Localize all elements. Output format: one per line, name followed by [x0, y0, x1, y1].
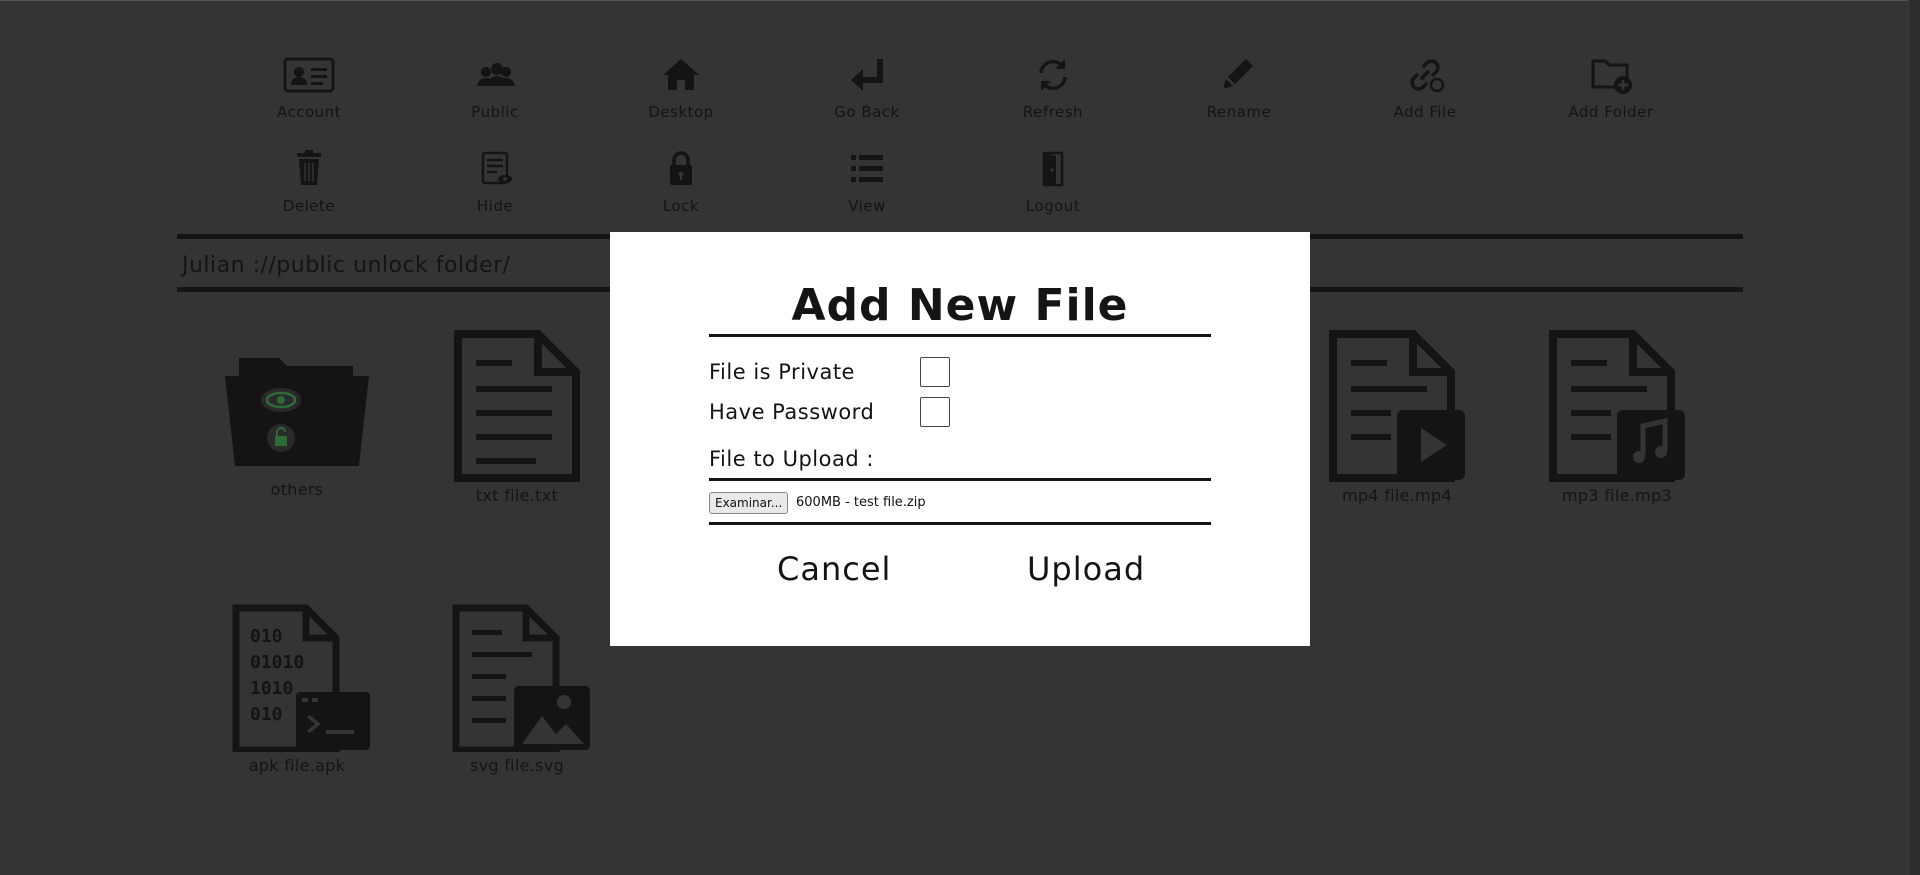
svg-text:01010: 01010	[250, 652, 304, 673]
add-folder-button[interactable]: Add Folder	[1546, 55, 1676, 121]
trash-icon	[244, 149, 374, 193]
password-label: Have Password	[709, 400, 875, 424]
link-icon	[1360, 55, 1490, 99]
file-item-svg[interactable]: svg file.svg	[417, 604, 617, 775]
upload-button[interactable]: Upload	[1027, 550, 1145, 588]
desktop-label: Desktop	[648, 103, 714, 121]
private-checkbox[interactable]	[920, 357, 950, 387]
door-icon	[988, 149, 1118, 193]
title-divider	[709, 334, 1211, 337]
svg-text:010: 010	[250, 626, 283, 647]
list-icon	[802, 149, 932, 193]
browse-button[interactable]: Examinar...	[709, 492, 789, 514]
locked-folder-icon	[225, 358, 369, 466]
logout-button[interactable]: Logout	[988, 149, 1118, 215]
add-file-dialog: Add New File File is Private Have Passwo…	[610, 232, 1310, 646]
logout-label: Logout	[1025, 197, 1081, 215]
add-file-label: Add File	[1393, 103, 1457, 121]
file-label: apk file.apk	[248, 756, 346, 775]
file-item-txt[interactable]: txt file.txt	[417, 330, 617, 505]
file-item-others[interactable]: others	[197, 346, 397, 499]
password-checkbox[interactable]	[920, 397, 950, 427]
lock-button[interactable]: Lock	[616, 149, 746, 215]
hide-button[interactable]: Hide	[430, 149, 560, 215]
id-card-icon	[244, 55, 374, 99]
delete-label: Delete	[282, 197, 336, 215]
lock-icon	[616, 149, 746, 193]
return-arrow-icon	[802, 55, 932, 99]
image-file-icon	[452, 604, 590, 752]
pencil-icon	[1174, 55, 1304, 99]
rename-label: Rename	[1206, 103, 1272, 121]
view-button[interactable]: View	[802, 149, 932, 215]
file-item-mp4[interactable]: mp4 file.mp4	[1297, 330, 1497, 505]
svg-text:010: 010	[250, 704, 283, 725]
refresh-label: Refresh	[1022, 103, 1084, 121]
text-document-icon	[454, 330, 580, 482]
upload-divider-bottom	[709, 522, 1211, 525]
hidden-list-icon	[430, 149, 560, 193]
delete-button[interactable]: Delete	[244, 149, 374, 215]
public-label: Public	[471, 103, 519, 121]
file-label: txt file.txt	[475, 486, 559, 505]
hide-label: Hide	[476, 197, 514, 215]
upload-label: File to Upload :	[709, 447, 874, 471]
video-file-icon	[1329, 330, 1465, 482]
rename-button[interactable]: Rename	[1174, 55, 1304, 121]
file-label: svg file.svg	[469, 756, 565, 775]
go-back-label: Go Back	[834, 103, 900, 121]
scrollbar[interactable]	[1908, 0, 1920, 875]
upload-divider-top	[709, 478, 1211, 481]
file-label: mp3 file.mp3	[1562, 486, 1672, 505]
folder-plus-icon	[1546, 55, 1676, 99]
refresh-icon	[988, 55, 1118, 99]
go-back-button[interactable]: Go Back	[802, 55, 932, 121]
top-border	[0, 0, 1920, 1]
users-icon	[430, 55, 560, 99]
audio-file-icon	[1549, 330, 1685, 482]
dialog-title: Add New File	[791, 280, 1129, 331]
desktop-button[interactable]: Desktop	[616, 55, 746, 121]
add-file-button[interactable]: Add File	[1360, 55, 1490, 121]
file-label: others	[270, 480, 324, 499]
file-item-mp3[interactable]: mp3 file.mp3	[1517, 330, 1717, 505]
account-button[interactable]: Account	[244, 55, 374, 121]
home-icon	[616, 55, 746, 99]
public-button[interactable]: Public	[430, 55, 560, 121]
binary-file-icon: 010 01010 1010 010	[232, 604, 370, 752]
file-item-apk[interactable]: 010 01010 1010 010 apk file.apk	[197, 604, 397, 775]
private-label: File is Private	[709, 360, 855, 384]
cancel-button[interactable]: Cancel	[777, 550, 891, 588]
file-label: mp4 file.mp4	[1342, 486, 1452, 505]
current-path: Julian ://public unlock folder/	[182, 253, 511, 278]
account-label: Account	[276, 103, 342, 121]
svg-text:1010: 1010	[250, 678, 293, 699]
add-folder-label: Add Folder	[1568, 103, 1654, 121]
selected-file-name: 600MB - test file.zip	[796, 495, 926, 510]
refresh-button[interactable]: Refresh	[988, 55, 1118, 121]
lock-label: Lock	[662, 197, 700, 215]
view-label: View	[848, 197, 886, 215]
